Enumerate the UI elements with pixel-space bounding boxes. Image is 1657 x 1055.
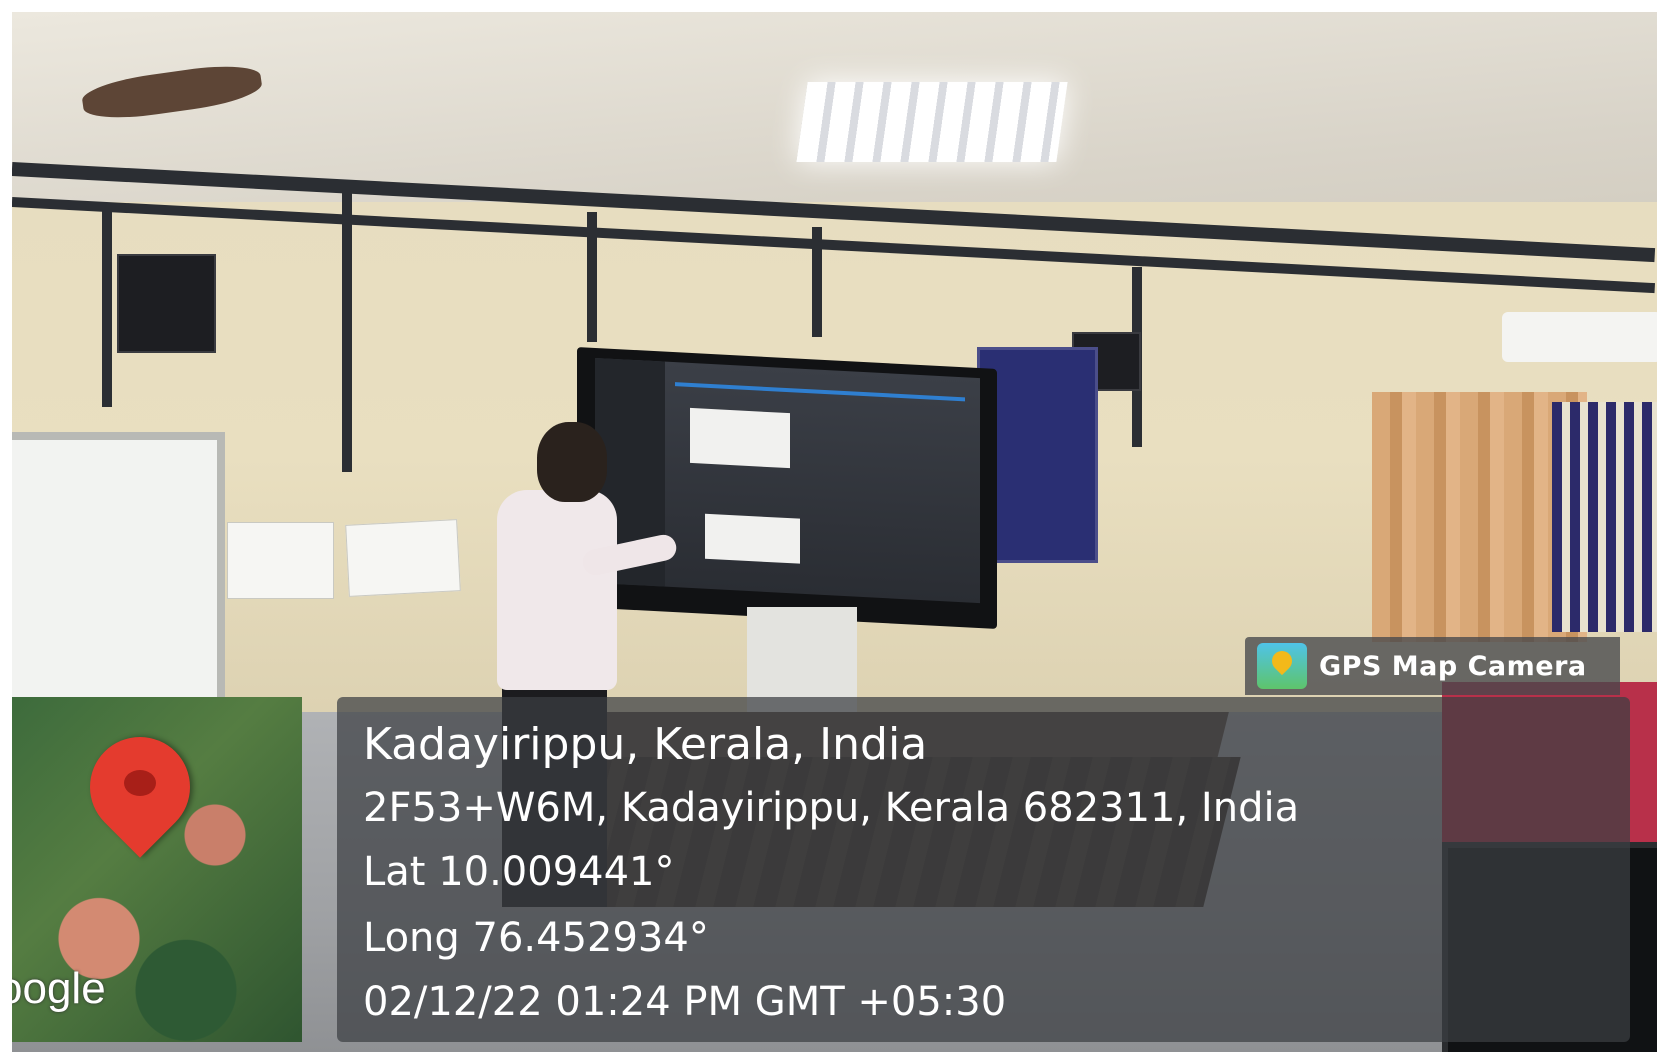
display-screen [595,357,980,604]
whiteboard [12,432,225,718]
latitude: Lat 10.009441° [363,849,675,895]
display-document [705,513,800,564]
display-document [690,407,790,469]
longitude: Long 76.452934° [363,915,709,961]
gps-map-camera-badge: GPS Map Camera [1245,637,1620,695]
interactive-display [577,347,997,630]
wall-paper [345,519,461,597]
wall-speaker [117,254,216,353]
window [1552,402,1657,632]
wall-pipe [102,207,112,407]
timestamp: 02/12/22 01:24 PM GMT +05:30 [363,979,1007,1025]
presenter-head [537,422,607,502]
map-logo: oogle [12,964,106,1013]
display-progress-bar [675,382,965,402]
location-info-panel: Kadayirippu, Kerala, India 2F53+W6M, Kad… [337,697,1630,1042]
wall-pipe [342,192,352,472]
ceiling-light [796,82,1068,162]
wall-pipe [587,212,597,342]
gps-map-camera-icon [1257,643,1307,689]
wall-pipe [812,227,822,337]
presenter-body [497,490,617,690]
map-pin-dot [124,770,156,796]
map-thumbnail: oogle [12,697,302,1042]
air-conditioner [1502,312,1657,362]
place-name: Kadayirippu, Kerala, India [363,719,928,770]
address: 2F53+W6M, Kadayirippu, Kerala 682311, In… [363,785,1300,831]
gps-badge-label: GPS Map Camera [1319,650,1587,682]
wall-paper [227,522,334,599]
